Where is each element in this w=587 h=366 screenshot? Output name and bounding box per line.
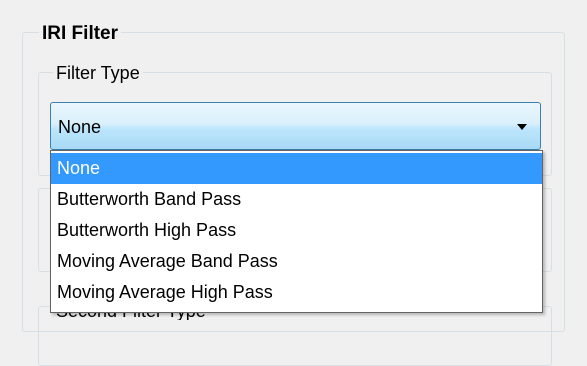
filter-type-title: Filter Type [53, 64, 143, 82]
dropdown-option-none[interactable]: None [51, 153, 542, 184]
filter-type-combobox[interactable]: None [50, 102, 541, 150]
iri-filter-title: IRI Filter [39, 24, 122, 43]
chevron-down-icon[interactable] [517, 124, 527, 130]
dropdown-option-moving-average-high-pass[interactable]: Moving Average High Pass [51, 277, 542, 308]
dropdown-option-butterworth-band-pass[interactable]: Butterworth Band Pass [51, 184, 542, 215]
dropdown-option-moving-average-band-pass[interactable]: Moving Average Band Pass [51, 246, 542, 277]
dropdown-option-butterworth-high-pass[interactable]: Butterworth High Pass [51, 215, 542, 246]
filter-type-selected-value: None [58, 117, 102, 137]
filter-type-dropdown-list: None Butterworth Band Pass Butterworth H… [50, 150, 543, 313]
